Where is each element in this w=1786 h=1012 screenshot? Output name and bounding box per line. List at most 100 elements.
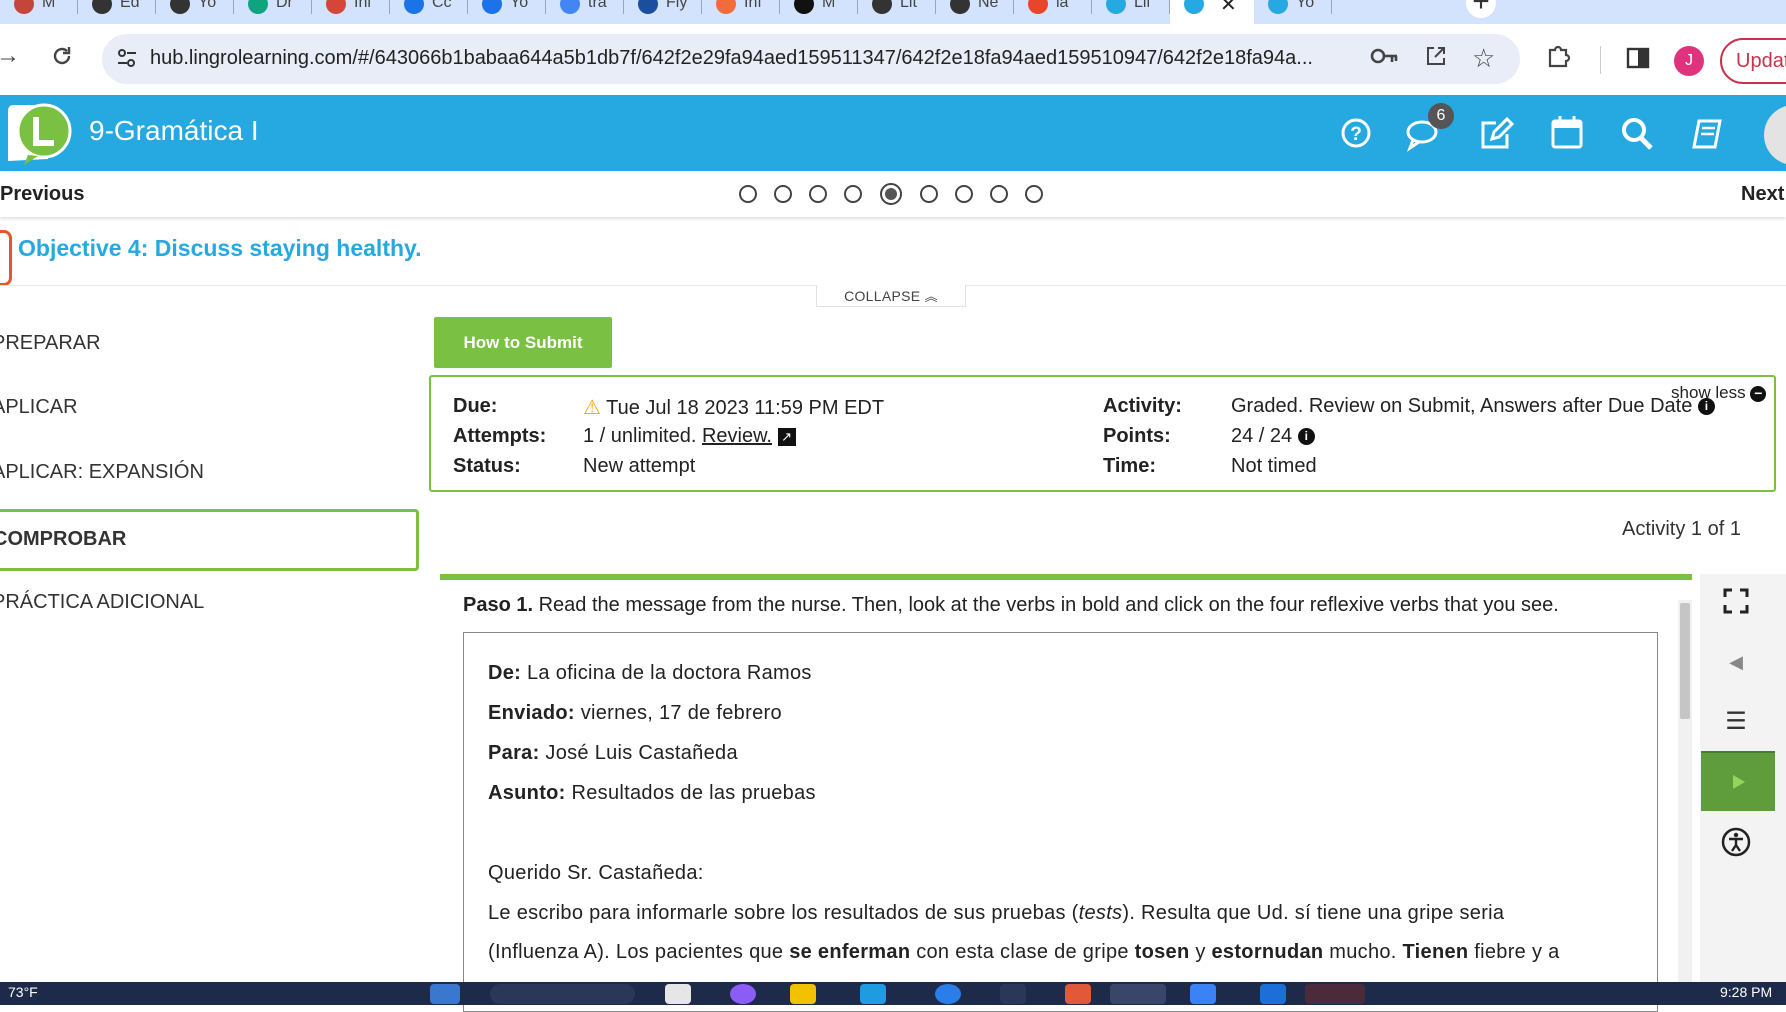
taskbar-app-icon[interactable]	[790, 984, 816, 1004]
browser-tab[interactable]: Dr	[234, 0, 312, 24]
side-panel-icon[interactable]	[1626, 46, 1650, 75]
new-tab-button[interactable]: +	[1466, 0, 1496, 18]
browser-tab[interactable]: Fly	[624, 0, 702, 24]
calendar-icon[interactable]	[1550, 113, 1590, 153]
extensions-puzzle-icon[interactable]	[1546, 42, 1572, 73]
url-text[interactable]: hub.lingrolearning.com/#/643066b1babaa64…	[150, 47, 1313, 70]
taskbar-app-icon[interactable]	[730, 984, 756, 1004]
due-value: ⚠ Tue Jul 18 2023 11:59 PM EDT	[583, 395, 884, 420]
previous-link[interactable]: Previous	[0, 183, 84, 206]
search-icon[interactable]	[1620, 113, 1660, 153]
browser-tab[interactable]: Yo	[156, 0, 234, 24]
page-dot[interactable]	[1025, 185, 1043, 203]
back-arrow-icon[interactable]: →	[0, 44, 20, 68]
review-link[interactable]: Review.	[702, 425, 772, 447]
browser-tab[interactable]: tra	[546, 0, 624, 24]
browser-tab[interactable]: M	[0, 0, 78, 24]
page-dot-active[interactable]	[880, 183, 902, 205]
message-subject: Asunto: Resultados de las pruebas	[488, 782, 816, 805]
p1-tests: tests	[1078, 902, 1123, 924]
previous-arrow-icon[interactable]: ◀	[1700, 652, 1772, 673]
messages-badge: 6	[1428, 103, 1454, 129]
tab-favicon-icon	[872, 0, 892, 14]
taskbar-app-icon[interactable]	[1305, 984, 1365, 1004]
password-key-icon[interactable]	[1370, 44, 1398, 75]
taskbar-app-icon[interactable]	[935, 984, 961, 1004]
status-label: Status:	[453, 455, 521, 477]
reload-icon[interactable]	[50, 44, 74, 73]
taskbar-app-icon[interactable]	[1000, 984, 1026, 1004]
page-dot[interactable]	[774, 185, 792, 203]
verb-tienen[interactable]: Tienen	[1403, 941, 1469, 963]
browser-tab[interactable]: la	[1014, 0, 1092, 24]
browser-tab[interactable]: Ne	[936, 0, 1014, 24]
points-info-icon[interactable]: i	[1297, 428, 1315, 446]
to-label: Para:	[488, 742, 540, 764]
show-less-toggle[interactable]: show less −	[1671, 383, 1767, 403]
taskbar-app-icon[interactable]	[1065, 984, 1091, 1004]
minus-circle-icon: −	[1750, 385, 1767, 402]
sidebar-item-practica-adicional[interactable]: PRÁCTICA ADICIONAL	[0, 591, 204, 614]
browser-tab[interactable]: Yo	[1254, 0, 1332, 24]
edit-note-icon[interactable]	[1478, 113, 1518, 153]
help-icon[interactable]: ?	[1340, 113, 1380, 153]
page-dot[interactable]	[920, 185, 938, 203]
external-link-icon[interactable]: ↗	[777, 427, 796, 446]
taskbar-app-icon[interactable]	[860, 984, 886, 1004]
p2-text-b: con esta clase de gripe	[910, 941, 1135, 963]
page-dot[interactable]	[809, 185, 827, 203]
browser-tab[interactable]: Inf	[702, 0, 780, 24]
page-dot[interactable]	[844, 185, 862, 203]
taskbar-app-icon[interactable]	[1110, 984, 1166, 1004]
update-button[interactable]: Updat	[1720, 38, 1786, 84]
message-greeting: Querido Sr. Castañeda:	[488, 862, 704, 884]
taskbar-app-icon[interactable]	[1190, 984, 1216, 1004]
browser-tab[interactable]: Inl	[312, 0, 390, 24]
page-dot[interactable]	[739, 185, 757, 203]
address-bar[interactable]: hub.lingrolearning.com/#/643066b1babaa64…	[102, 34, 1520, 84]
sidebar-item-aplicar[interactable]: APLICAR	[0, 396, 78, 419]
verb-estornudan[interactable]: estornudan	[1212, 941, 1324, 963]
tab-favicon-icon	[170, 0, 190, 14]
browser-tab[interactable]: M	[780, 0, 858, 24]
verb-tosen[interactable]: tosen	[1135, 941, 1190, 963]
book-icon[interactable]	[1690, 113, 1730, 153]
taskbar-app-icon[interactable]	[1260, 984, 1286, 1004]
tab-close-icon[interactable]: ✕	[1220, 0, 1237, 17]
browser-tab[interactable]: ✕	[1170, 0, 1254, 24]
fullscreen-icon[interactable]	[1700, 588, 1772, 619]
bookmark-star-icon[interactable]: ☆	[1472, 43, 1495, 74]
browser-tab[interactable]: Lit	[858, 0, 936, 24]
site-settings-icon[interactable]	[116, 47, 138, 75]
next-link[interactable]: Next	[1741, 183, 1784, 206]
play-button[interactable]	[1701, 751, 1775, 811]
sidebar-item-preparar[interactable]: PREPARAR	[0, 332, 101, 355]
profile-avatar[interactable]: J	[1674, 46, 1704, 76]
menu-list-icon[interactable]: ☰	[1700, 707, 1772, 736]
share-icon[interactable]	[1424, 44, 1448, 75]
browser-tab[interactable]: Cc	[390, 0, 468, 24]
sidebar-item-aplicar-expansion[interactable]: APLICAR: EXPANSIÓN	[0, 461, 204, 484]
due-date-text: Tue Jul 18 2023 11:59 PM EDT	[606, 397, 885, 419]
browser-tab[interactable]: Ed	[78, 0, 156, 24]
user-profile-avatar[interactable]	[1764, 105, 1786, 165]
browser-tab[interactable]: Lii	[1092, 0, 1170, 24]
accessibility-icon[interactable]	[1700, 826, 1772, 863]
taskbar-search-box[interactable]	[490, 984, 635, 1004]
page-dot[interactable]	[955, 185, 973, 203]
time-label: Time:	[1103, 455, 1156, 477]
collapse-toggle[interactable]: COLLAPSE ︽	[816, 285, 966, 307]
sidebar-item-comprobar[interactable]: COMPROBAR	[0, 528, 126, 551]
browser-tab[interactable]: Yo	[468, 0, 546, 24]
lingro-logo-icon[interactable]	[2, 101, 72, 165]
verb-se-enferman[interactable]: se enferman	[789, 941, 910, 963]
taskbar-app-icon[interactable]	[665, 984, 691, 1004]
tab-label: la	[1056, 0, 1069, 11]
scrollbar-thumb[interactable]	[1680, 603, 1690, 719]
weather-widget[interactable]: 73°F	[8, 984, 38, 1000]
objective-title: Objective 4: Discuss staying healthy.	[18, 235, 422, 261]
how-to-submit-button[interactable]: How to Submit	[434, 317, 612, 368]
start-windows-icon[interactable]	[430, 984, 460, 1004]
page-dot[interactable]	[990, 185, 1008, 203]
tab-label: Lii	[1134, 0, 1151, 11]
